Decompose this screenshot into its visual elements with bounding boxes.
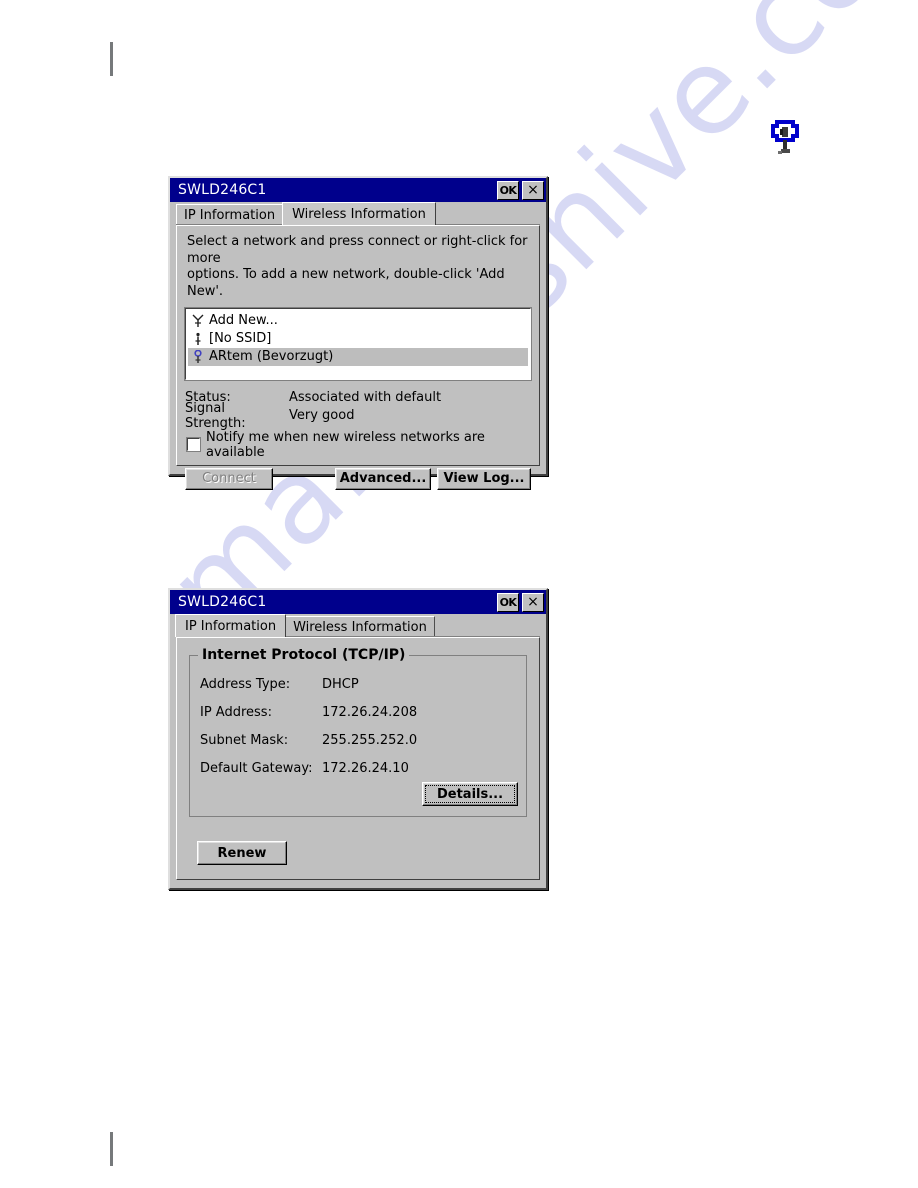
advanced-button[interactable]: Advanced... — [335, 467, 431, 490]
ip-address-row: IP Address: 172.26.24.208 — [200, 698, 516, 726]
ip-dialog-titlebar: SWLD246C1 OK × — [170, 590, 546, 614]
list-item-label: [No SSID] — [209, 331, 272, 346]
renew-button-label: Renew — [217, 845, 267, 861]
default-gateway-value: 172.26.24.10 — [322, 760, 409, 776]
ip-address-label: IP Address: — [200, 704, 272, 720]
notify-checkbox[interactable] — [186, 437, 201, 452]
status-value: Associated with default — [289, 390, 442, 405]
connect-button-label: Connect — [202, 471, 256, 486]
signal-strength-label: Signal Strength: — [185, 400, 246, 431]
crop-mark-bottom — [110, 1132, 113, 1166]
subnet-mask-row: Subnet Mask: 255.255.252.0 — [200, 726, 516, 754]
wireless-titlebar-buttons: OK × — [497, 180, 544, 200]
notify-checkbox-label: Notify me when new wireless networks are… — [206, 429, 485, 460]
tab-ip-information[interactable]: IP Information — [176, 204, 284, 225]
notify-checkbox-row[interactable]: Notify me when new wireless networks are… — [185, 430, 531, 460]
ip-dialog-title: SWLD246C1 — [178, 594, 267, 610]
signal-strength-row: Signal Strength: Very good — [185, 401, 531, 431]
wireless-dialog-tabstrip: IP Information Wireless Information — [170, 202, 546, 225]
tab-ip-information[interactable]: IP Information — [175, 614, 287, 637]
antenna-small-icon — [190, 331, 206, 347]
wireless-status-block: Status: Associated with default Signal S… — [185, 389, 531, 431]
close-icon[interactable]: × — [522, 180, 544, 200]
wireless-button-row: Connect Advanced... View Log... — [185, 467, 531, 490]
address-type-value: DHCP — [322, 676, 359, 692]
default-gateway-label: Default Gateway: — [200, 760, 313, 776]
wireless-instructions-line1: Select a network and press connect or ri… — [187, 234, 528, 266]
renew-button[interactable]: Renew — [197, 841, 287, 865]
list-item-label: Add New... — [209, 313, 278, 328]
groupbox-title: Internet Protocol (TCP/IP) — [198, 647, 410, 663]
wireless-instructions-line2: options. To add a new network, double-cl… — [187, 267, 505, 299]
address-type-row: Address Type: DHCP — [200, 670, 516, 698]
view-log-button[interactable]: View Log... — [437, 467, 531, 490]
ok-button[interactable]: OK — [497, 592, 519, 612]
antenna-preferred-icon — [190, 349, 206, 365]
default-gateway-row: Default Gateway: 172.26.24.10 — [200, 754, 516, 782]
subnet-mask-value: 255.255.252.0 — [322, 732, 418, 748]
internet-protocol-groupbox: Internet Protocol (TCP/IP) Address Type:… — [189, 647, 527, 817]
list-item-label: ARtem (Bevorzugt) — [209, 349, 334, 364]
tab-wireless-information[interactable]: Wireless Information — [282, 202, 436, 225]
list-item[interactable]: [No SSID] — [188, 330, 528, 348]
network-list[interactable]: Add New... [No SSID] ARtem (Bevorzugt) — [184, 306, 532, 381]
wireless-dialog-title: SWLD246C1 — [178, 182, 267, 198]
close-icon[interactable]: × — [522, 592, 544, 612]
ip-dialog-tabstrip: IP Information Wireless Information — [170, 614, 546, 637]
wireless-tab-panel: Select a network and press connect or ri… — [176, 225, 540, 490]
ok-button[interactable]: OK — [497, 180, 519, 200]
crop-mark-top — [110, 42, 113, 76]
ip-information-dialog: SWLD246C1 OK × IP Information Wireless I… — [168, 588, 548, 890]
connect-button[interactable]: Connect — [185, 467, 273, 490]
details-button-label: Details... — [436, 786, 504, 802]
ip-address-value: 172.26.24.208 — [322, 704, 418, 720]
wireless-dialog-titlebar: SWLD246C1 OK × — [170, 178, 546, 202]
list-item[interactable]: ARtem (Bevorzugt) — [188, 347, 528, 366]
view-log-button-label: View Log... — [443, 471, 525, 486]
ip-tab-panel: Internet Protocol (TCP/IP) Address Type:… — [176, 637, 540, 880]
signal-strength-value: Very good — [289, 408, 355, 423]
tab-wireless-information[interactable]: Wireless Information — [285, 616, 435, 637]
list-item[interactable]: Add New... — [188, 312, 528, 330]
wireless-network-status-icon — [770, 118, 800, 156]
ip-titlebar-buttons: OK × — [497, 592, 544, 612]
antenna-add-icon — [190, 313, 206, 329]
wireless-instructions: Select a network and press connect or ri… — [187, 234, 531, 301]
subnet-mask-label: Subnet Mask: — [200, 732, 289, 748]
wireless-information-dialog: SWLD246C1 OK × IP Information Wireless I… — [168, 176, 548, 490]
advanced-button-label: Advanced... — [339, 471, 427, 486]
address-type-label: Address Type: — [200, 676, 291, 692]
details-button[interactable]: Details... — [422, 782, 518, 806]
